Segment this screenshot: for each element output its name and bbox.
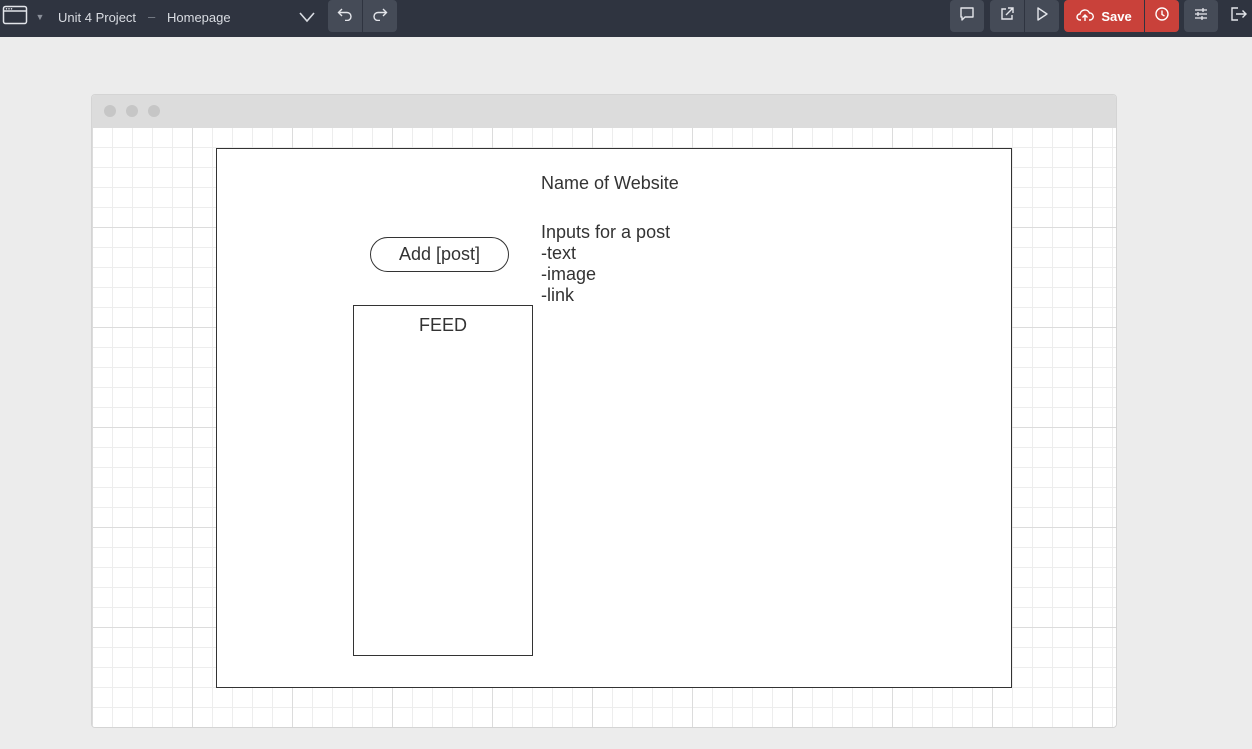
save-group: Save (1064, 0, 1179, 32)
title-separator: – (148, 8, 156, 24)
feed-box[interactable]: FEED (353, 305, 533, 656)
chevron-down-icon[interactable] (297, 7, 317, 27)
inputs-item: -link (541, 285, 575, 305)
browser-window-icon[interactable] (2, 5, 28, 25)
external-link-icon (999, 6, 1015, 27)
add-post-button[interactable]: Add [post] (370, 237, 509, 272)
feed-label: FEED (418, 315, 467, 335)
preview-button[interactable] (1025, 0, 1059, 32)
exit-icon (1230, 6, 1248, 27)
settings-button[interactable] (1184, 0, 1218, 32)
site-name-text[interactable]: Name of Website (541, 173, 679, 194)
inputs-item: -image (541, 264, 597, 284)
share-preview-group (990, 0, 1059, 32)
history-button[interactable] (1145, 0, 1179, 32)
comment-icon (959, 6, 975, 27)
save-label: Save (1101, 8, 1132, 24)
undo-button[interactable] (328, 0, 362, 32)
comment-group (950, 0, 984, 32)
share-button[interactable] (990, 0, 1024, 32)
top-toolbar: ▼ Unit 4 Project – Homepage Save (0, 0, 1252, 37)
window-dot (104, 105, 116, 117)
window-dot (148, 105, 160, 117)
redo-button[interactable] (363, 0, 397, 32)
post-inputs-text[interactable]: Inputs for a post -text -image -link (541, 222, 670, 306)
window-dot (126, 105, 138, 117)
project-title[interactable]: Unit 4 Project (58, 8, 136, 26)
exit-button[interactable] (1228, 6, 1250, 26)
add-post-label: Add [post] (398, 244, 481, 264)
page-name[interactable]: Homepage (167, 8, 231, 26)
sliders-icon (1193, 6, 1209, 27)
undo-icon (337, 7, 353, 26)
caret-down-icon[interactable]: ▼ (34, 12, 46, 22)
comment-button[interactable] (950, 0, 984, 32)
undo-redo-group (328, 0, 397, 32)
save-button[interactable]: Save (1064, 0, 1144, 32)
settings-group (1184, 0, 1218, 32)
browser-frame-titlebar (92, 95, 1116, 127)
inputs-item: -text (541, 243, 577, 263)
redo-icon (372, 7, 388, 26)
play-icon (1035, 6, 1049, 27)
cloud-upload-icon (1076, 8, 1095, 25)
inputs-heading: Inputs for a post (541, 222, 671, 242)
clock-icon (1154, 6, 1170, 27)
